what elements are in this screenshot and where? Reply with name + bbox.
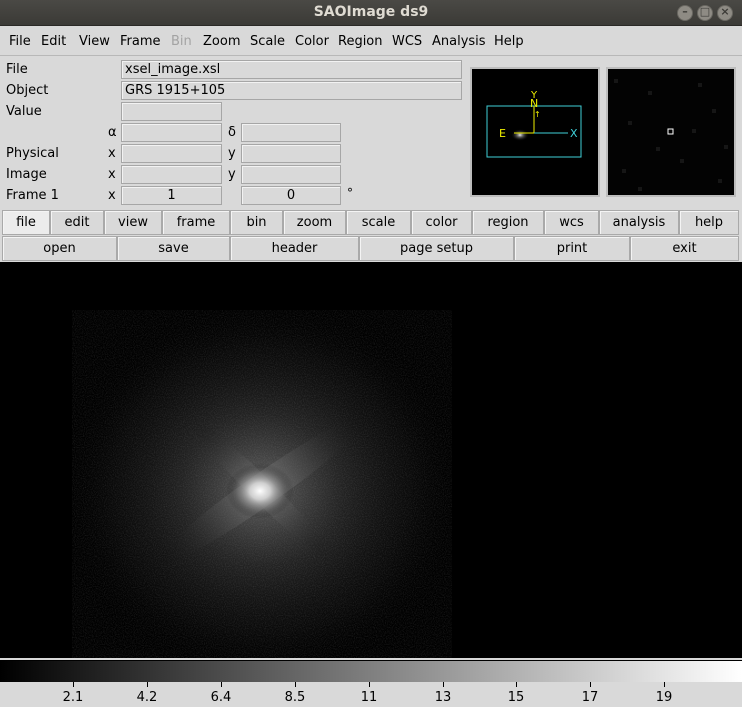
button-bin[interactable]: bin: [230, 210, 283, 235]
tick-mark: [443, 682, 444, 687]
menu-scale[interactable]: Scale: [250, 34, 285, 49]
tick-label: 11: [360, 690, 378, 705]
frame-label: Frame 1: [6, 188, 59, 203]
button-print[interactable]: print: [514, 236, 630, 261]
button-help[interactable]: help: [679, 210, 739, 235]
tick-label: 4.2: [136, 690, 158, 705]
tick-mark: [516, 682, 517, 687]
tick-mark: [369, 682, 370, 687]
wcs-delta-field: [241, 123, 341, 142]
value-field: [121, 102, 222, 121]
tick-mark: [147, 682, 148, 687]
physical-x-label: x: [108, 146, 116, 161]
axis-y: Y: [530, 90, 538, 101]
info-panel: File xsel_image.xsl Object GRS 1915+105 …: [0, 56, 742, 209]
tick-label: 2.1: [62, 690, 84, 705]
button-edit[interactable]: edit: [50, 210, 104, 235]
image-label: Image: [6, 167, 47, 182]
degree-sign: °: [347, 186, 353, 200]
button-save[interactable]: save: [117, 236, 230, 261]
button-wcs[interactable]: wcs: [544, 210, 599, 235]
menu-view[interactable]: View: [79, 34, 110, 49]
physical-label: Physical: [6, 146, 59, 161]
menu-help[interactable]: Help: [494, 34, 524, 49]
button-page-setup[interactable]: page setup: [359, 236, 514, 261]
magnifier: [606, 67, 736, 197]
frame-angle-field: 0: [241, 186, 341, 205]
magnifier-view: [608, 69, 734, 195]
object-label: Object: [6, 83, 49, 98]
title-bar: SAOImage ds9 – □ ×: [0, 0, 742, 26]
colorbar[interactable]: [0, 660, 742, 682]
compass-arrow-up: ↑: [534, 110, 541, 119]
object-field: GRS 1915+105: [121, 81, 462, 100]
menu-bin[interactable]: Bin: [171, 34, 192, 49]
tick-label: 19: [655, 690, 673, 705]
tick-label: 13: [434, 690, 452, 705]
button-color[interactable]: color: [411, 210, 472, 235]
button-file[interactable]: file: [2, 210, 50, 235]
panner-view: N Y E X ↑: [486, 90, 582, 158]
tick-mark: [73, 682, 74, 687]
button-frame[interactable]: frame: [162, 210, 230, 235]
menu-analysis[interactable]: Analysis: [432, 34, 486, 49]
menu-bar: File Edit View Frame Bin Zoom Scale Colo…: [0, 26, 742, 56]
button-view[interactable]: view: [104, 210, 162, 235]
physical-y-label: y: [228, 146, 236, 161]
button-bar-file: open save header page setup print exit: [0, 236, 742, 262]
axis-x: X: [570, 127, 578, 140]
file-label: File: [6, 62, 28, 77]
maximize-button[interactable]: □: [697, 5, 713, 21]
tick-label: 17: [581, 690, 599, 705]
close-icon: ×: [720, 5, 730, 18]
minimize-icon: –: [682, 5, 688, 18]
file-field: xsel_image.xsl: [121, 60, 462, 79]
menu-edit[interactable]: Edit: [41, 34, 66, 49]
colorbar-ticks: 2.1 4.2 6.4 8.5 11 13 15 17 19: [0, 682, 742, 707]
button-bar-main: file edit view frame bin zoom scale colo…: [0, 210, 742, 236]
menu-wcs[interactable]: WCS: [392, 34, 422, 49]
tick-label: 15: [507, 690, 525, 705]
tick-label: 8.5: [284, 690, 306, 705]
tick-mark: [221, 682, 222, 687]
button-zoom[interactable]: zoom: [283, 210, 346, 235]
button-header[interactable]: header: [230, 236, 359, 261]
button-open[interactable]: open: [2, 236, 117, 261]
tick-label: 6.4: [210, 690, 232, 705]
panner-source: [511, 129, 529, 141]
panner[interactable]: N Y E X ↑: [470, 67, 600, 197]
menu-region[interactable]: Region: [338, 34, 383, 49]
wcs-alpha-field: [121, 123, 222, 142]
maximize-icon: □: [699, 5, 711, 18]
image-display: [0, 262, 742, 658]
compass-e: E: [499, 127, 506, 140]
button-scale[interactable]: scale: [346, 210, 411, 235]
button-exit[interactable]: exit: [630, 236, 739, 261]
window-title: SAOImage ds9: [313, 4, 429, 20]
button-analysis[interactable]: analysis: [599, 210, 679, 235]
image-x-label: x: [108, 167, 116, 182]
source-core: [226, 463, 294, 519]
wcs-delta-label: δ: [228, 125, 236, 140]
image-x-field: [121, 165, 222, 184]
menu-color[interactable]: Color: [295, 34, 329, 49]
physical-x-field: [121, 144, 222, 163]
value-label: Value: [6, 104, 42, 119]
tick-mark: [295, 682, 296, 687]
image-canvas[interactable]: [0, 262, 742, 658]
menu-frame[interactable]: Frame: [120, 34, 161, 49]
close-button[interactable]: ×: [717, 5, 733, 21]
physical-y-field: [241, 144, 341, 163]
wcs-alpha-label: α: [108, 125, 117, 140]
frame-zoom-field: 1: [121, 186, 222, 205]
image-y-field: [241, 165, 341, 184]
tick-mark: [664, 682, 665, 687]
button-region[interactable]: region: [472, 210, 544, 235]
minimize-button[interactable]: –: [677, 5, 693, 21]
menu-file[interactable]: File: [9, 34, 31, 49]
frame-x-label: x: [108, 188, 116, 203]
tick-mark: [590, 682, 591, 687]
image-y-label: y: [228, 167, 236, 182]
menu-zoom[interactable]: Zoom: [203, 34, 240, 49]
